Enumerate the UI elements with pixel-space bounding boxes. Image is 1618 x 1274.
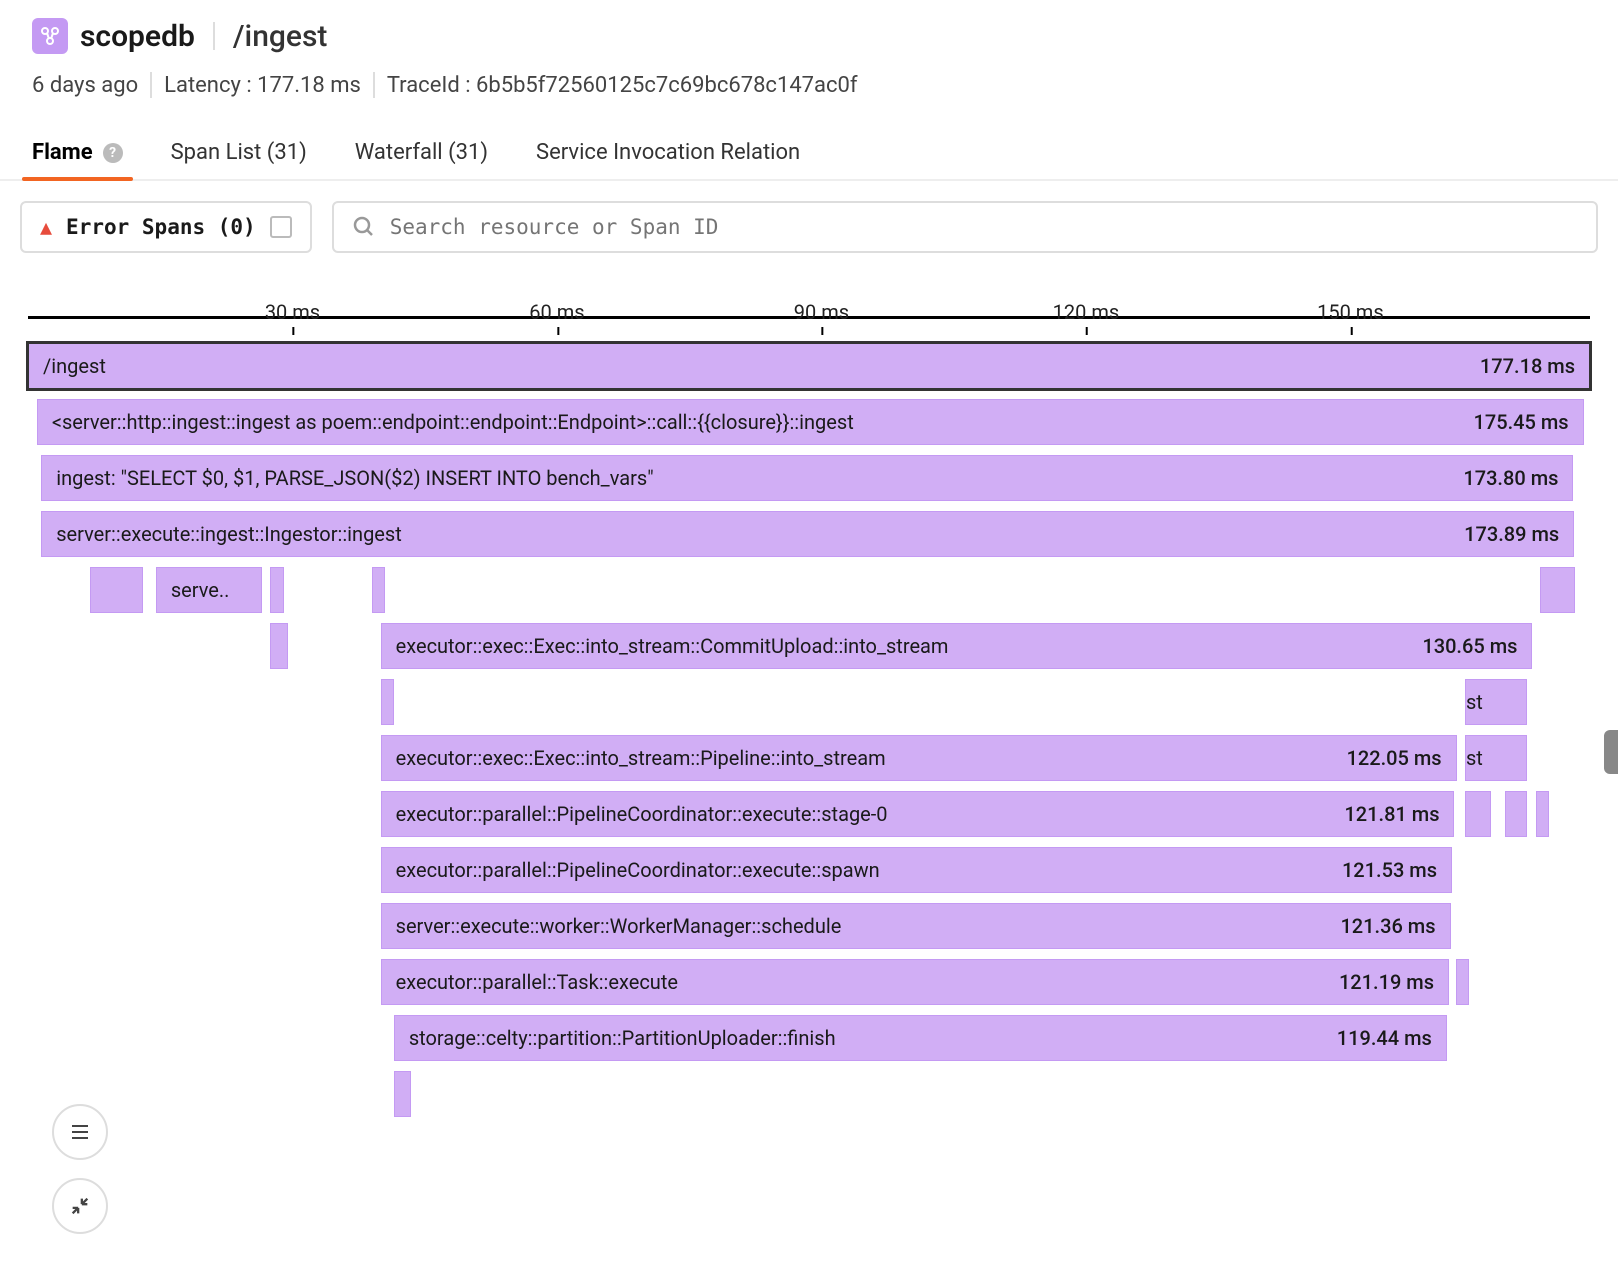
- span-label: st: [1466, 746, 1483, 770]
- span-duration: 130.65 ms: [1408, 634, 1517, 658]
- flame-graph[interactable]: /ingest 177.18 ms<server::http::ingest::i…: [28, 343, 1590, 1117]
- error-spans-toggle[interactable]: ▲ Error Spans (0): [20, 201, 312, 253]
- span-bar[interactable]: executor::parallel::Task::execute 121.19 …: [381, 959, 1449, 1005]
- span-bar[interactable]: executor::parallel::PipelineCoordinator:…: [381, 791, 1455, 837]
- span-label: executor::exec::Exec::into_stream::Pipel…: [396, 746, 886, 770]
- span-bar[interactable]: server::execute::ingest::Ingestor::inges…: [41, 511, 1574, 557]
- endpoint-path: /ingest: [233, 19, 328, 54]
- flame-row: executor::parallel::Task::execute 121.19 …: [28, 959, 1590, 1005]
- flame-row: /ingest 177.18 ms: [28, 343, 1590, 389]
- span-duration: 121.81 ms: [1330, 802, 1439, 826]
- service-name: scopedb: [80, 19, 195, 54]
- axis-tick: 150 ms: [1317, 300, 1384, 324]
- meta-divider: [373, 72, 375, 98]
- timeline-axis: 30 ms60 ms90 ms120 ms150 ms: [28, 277, 1590, 319]
- span-label: executor::parallel::PipelineCoordinator:…: [396, 802, 888, 826]
- span-label: server::execute::ingest::Ingestor::inges…: [56, 522, 402, 546]
- span-label: st: [1466, 690, 1483, 714]
- span-bar[interactable]: [1540, 567, 1575, 613]
- span-bar[interactable]: server::execute::worker::WorkerManager::…: [381, 903, 1451, 949]
- span-bar[interactable]: storage::celty::partition::PartitionUplo…: [394, 1015, 1447, 1061]
- span-duration: 121.36 ms: [1326, 914, 1435, 938]
- axis-tick: 30 ms: [265, 300, 320, 324]
- span-label: /ingest: [43, 354, 106, 378]
- span-duration: 173.89 ms: [1450, 522, 1559, 546]
- span-duration: 177.18 ms: [1466, 354, 1575, 378]
- span-duration: 121.19 ms: [1325, 970, 1434, 994]
- span-bar[interactable]: [270, 567, 283, 613]
- collapse-button[interactable]: [52, 1178, 108, 1234]
- span-label: storage::celty::partition::PartitionUplo…: [409, 1026, 836, 1050]
- span-bar[interactable]: executor::parallel::PipelineCoordinator:…: [381, 847, 1452, 893]
- tab-service-invocation-label: Service Invocation Relation: [536, 140, 800, 165]
- flame-row: ingest: "SELECT $0, $1, PARSE_JSON($2) I…: [28, 455, 1590, 501]
- service-icon: [32, 18, 68, 54]
- span-bar[interactable]: /ingest 177.18 ms: [28, 343, 1590, 389]
- tab-waterfall[interactable]: Waterfall (31): [355, 126, 488, 179]
- span-label: server::execute::worker::WorkerManager::…: [396, 914, 842, 938]
- axis-tick: 90 ms: [794, 300, 849, 324]
- tab-flame-label: Flame: [32, 140, 93, 165]
- flame-row: server::execute::ingest::Ingestor::inges…: [28, 511, 1590, 557]
- span-bar[interactable]: st: [1465, 735, 1527, 781]
- error-spans-label: Error Spans (0): [66, 215, 256, 239]
- span-duration: 121.53 ms: [1328, 858, 1437, 882]
- span-bar[interactable]: serve..: [156, 567, 262, 613]
- tab-waterfall-label: Waterfall (31): [355, 140, 488, 165]
- search-box[interactable]: [332, 201, 1598, 253]
- span-bar[interactable]: [1465, 791, 1491, 837]
- span-bar[interactable]: st: [1465, 679, 1527, 725]
- span-bar[interactable]: executor::exec::Exec::into_stream::Pipel…: [381, 735, 1457, 781]
- tab-flame[interactable]: Flame ?: [32, 126, 123, 179]
- span-duration: 173.80 ms: [1449, 466, 1558, 490]
- tab-service-invocation[interactable]: Service Invocation Relation: [536, 126, 800, 179]
- span-label: serve..: [171, 578, 230, 602]
- span-duration: 175.45 ms: [1459, 410, 1568, 434]
- span-bar[interactable]: executor::exec::Exec::into_stream::Commi…: [381, 623, 1533, 669]
- title-divider: [213, 22, 215, 50]
- span-bar[interactable]: ingest: "SELECT $0, $1, PARSE_JSON($2) I…: [41, 455, 1573, 501]
- side-panel-handle[interactable]: [1604, 730, 1618, 774]
- span-label: executor::parallel::Task::execute: [396, 970, 678, 994]
- span-bar[interactable]: <server::http::ingest::ingest as poem::e…: [37, 399, 1584, 445]
- flame-row: server::execute::worker::WorkerManager::…: [28, 903, 1590, 949]
- span-bar[interactable]: [381, 679, 394, 725]
- trace-id-label: TraceId : 6b5b5f72560125c7c69bc678c147ac…: [387, 73, 858, 98]
- search-input[interactable]: [390, 215, 1578, 239]
- tab-span-list-label: Span List (31): [171, 140, 307, 165]
- span-bar[interactable]: [1505, 791, 1527, 837]
- help-icon[interactable]: ?: [103, 143, 123, 163]
- error-spans-checkbox[interactable]: [270, 216, 292, 238]
- flame-row: executor::exec::Exec::into_stream::Commi…: [28, 623, 1590, 669]
- span-label: <server::http::ingest::ingest as poem::e…: [52, 410, 854, 434]
- flame-row: executor::parallel::PipelineCoordinator:…: [28, 791, 1590, 837]
- flame-row: serve..: [28, 567, 1590, 613]
- flame-row: storage::celty::partition::PartitionUplo…: [28, 1015, 1590, 1061]
- span-duration: 119.44 ms: [1323, 1026, 1432, 1050]
- axis-tick: 60 ms: [529, 300, 584, 324]
- flame-row: st: [28, 679, 1590, 725]
- search-icon: [352, 215, 376, 239]
- flame-row: <server::http::ingest::ingest as poem::e…: [28, 399, 1590, 445]
- flame-row: [28, 1071, 1590, 1117]
- time-ago: 6 days ago: [32, 73, 138, 98]
- tab-span-list[interactable]: Span List (31): [171, 126, 307, 179]
- axis-tick: 120 ms: [1053, 300, 1120, 324]
- span-bar[interactable]: [90, 567, 143, 613]
- span-label: ingest: "SELECT $0, $1, PARSE_JSON($2) I…: [56, 466, 653, 490]
- span-bar[interactable]: [394, 1071, 412, 1117]
- span-label: executor::exec::Exec::into_stream::Commi…: [396, 634, 949, 658]
- span-label: executor::parallel::PipelineCoordinator:…: [396, 858, 880, 882]
- flame-row: executor::exec::Exec::into_stream::Pipel…: [28, 735, 1590, 781]
- latency-label: Latency : 177.18 ms: [164, 73, 361, 98]
- span-bar[interactable]: [1456, 959, 1469, 1005]
- warning-icon: ▲: [40, 215, 52, 239]
- span-bar[interactable]: [372, 567, 385, 613]
- span-bar[interactable]: [1536, 791, 1549, 837]
- meta-divider: [150, 72, 152, 98]
- flame-row: executor::parallel::PipelineCoordinator:…: [28, 847, 1590, 893]
- list-toggle-button[interactable]: [52, 1104, 108, 1160]
- span-bar[interactable]: [270, 623, 288, 669]
- span-duration: 122.05 ms: [1333, 746, 1442, 770]
